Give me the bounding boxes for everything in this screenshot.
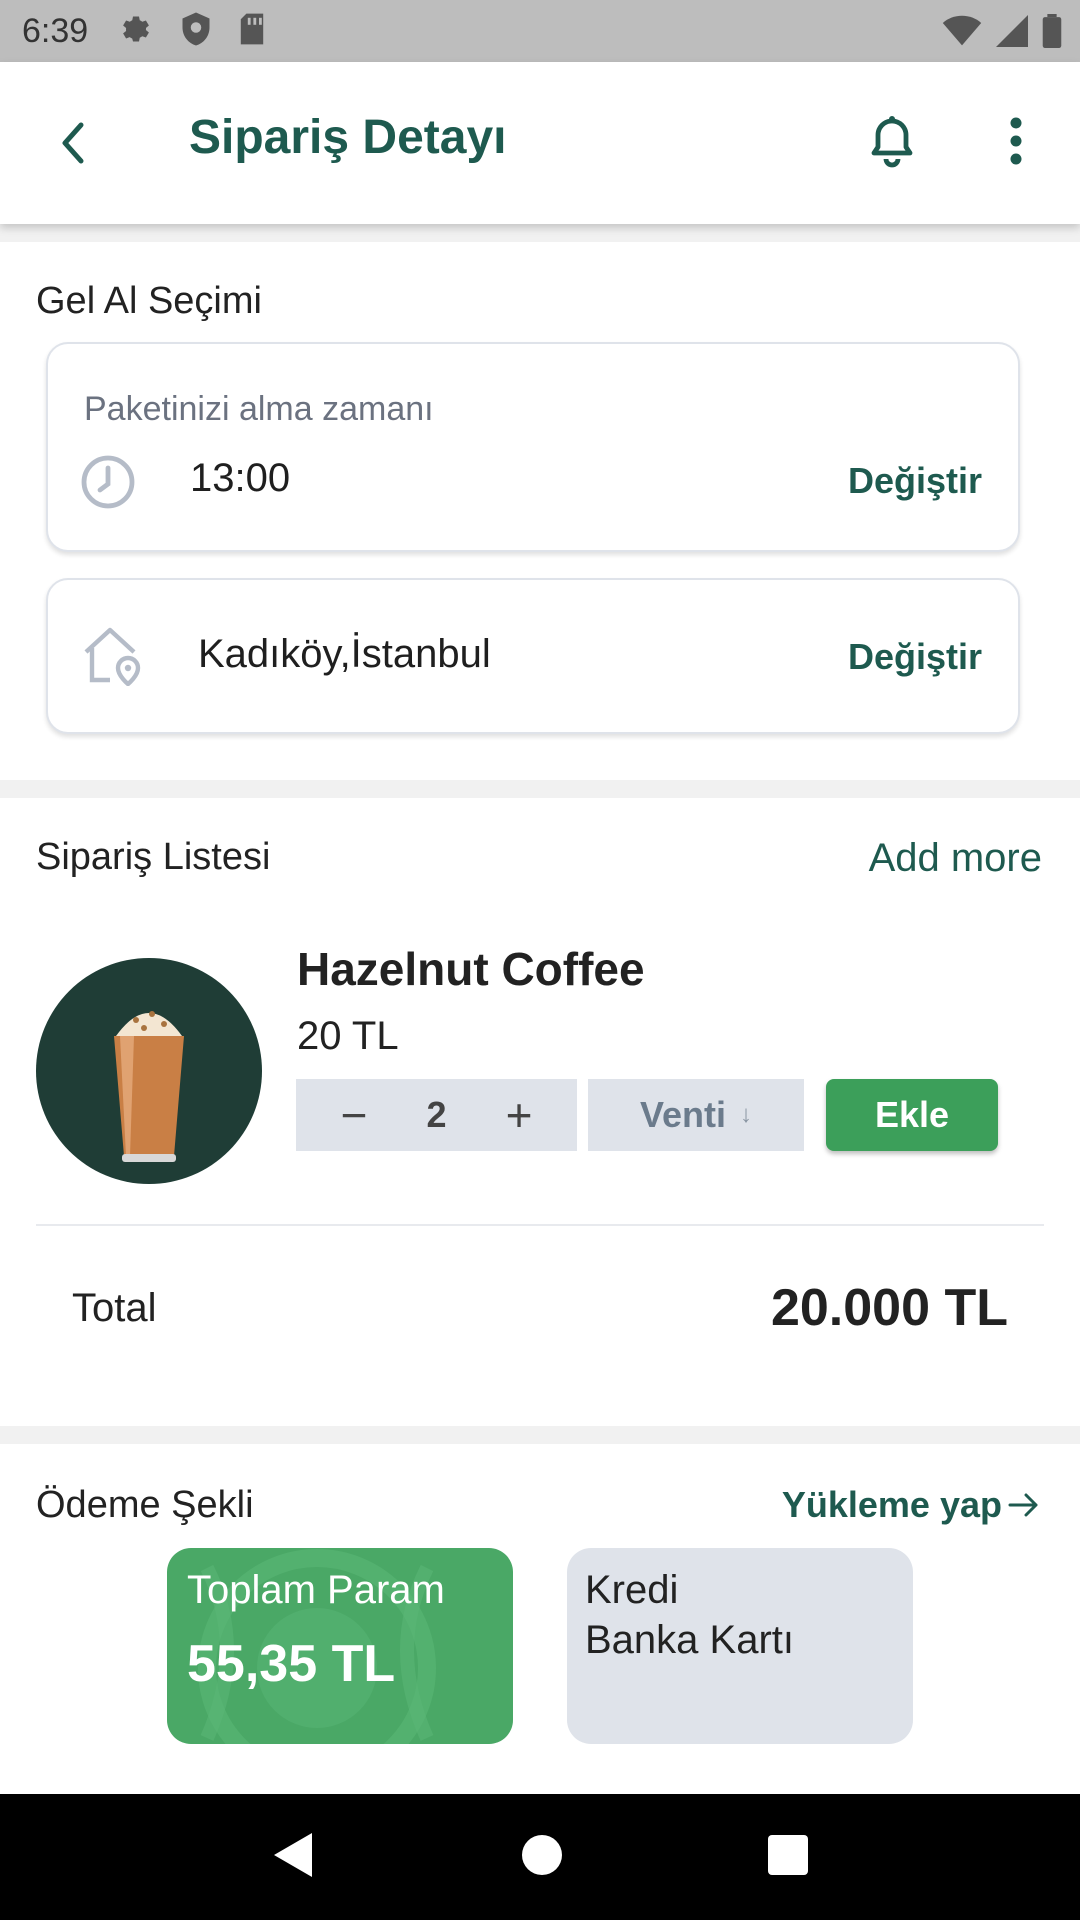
credit-card-label-line2: Banka Kartı [585, 1618, 795, 1662]
total-label: Total [72, 1286, 157, 1330]
increase-quantity-button[interactable]: + [499, 1092, 539, 1138]
order-section-title: Sipariş Listesi [36, 836, 271, 878]
arrow-down-icon: ↓ [740, 1101, 753, 1128]
section-separator [0, 1426, 1080, 1444]
more-options-button[interactable] [996, 106, 1036, 176]
more-vertical-icon [1010, 117, 1022, 165]
payment-section-title: Ödeme Şekli [36, 1484, 254, 1526]
status-bar: 6:39 [0, 0, 1080, 62]
back-arrow-icon [62, 122, 84, 164]
top-up-label: Yükleme yap [781, 1484, 1002, 1525]
add-to-order-button[interactable]: Ekle [826, 1079, 998, 1151]
shield-icon [180, 11, 212, 52]
credit-card-label-line1: Kredi [585, 1568, 679, 1612]
circle-home-icon [521, 1834, 562, 1875]
wallet-payment-card[interactable]: Toplam Param 55,35 TL [167, 1548, 513, 1744]
nav-back-button[interactable] [272, 1831, 316, 1884]
status-time: 6:39 [22, 11, 89, 50]
pickup-section-title: Gel Al Seçimi [36, 280, 262, 322]
settings-icon [118, 11, 154, 52]
section-separator [0, 224, 1080, 242]
back-button[interactable] [48, 108, 98, 178]
credit-card-payment-card[interactable]: Kredi Banka Kartı [567, 1548, 913, 1744]
product-name: Hazelnut Coffee [297, 943, 645, 995]
triangle-back-icon [274, 1832, 313, 1877]
pickup-location-card: Kadıköy,İstanbul Değiştir [46, 578, 1020, 734]
top-up-link[interactable]: Yükleme yap [782, 1484, 1040, 1526]
sd-card-icon [238, 12, 266, 51]
pickup-time-caption: Paketinizi alma zamanı [84, 390, 434, 428]
change-time-link[interactable]: Değiştir [848, 460, 982, 502]
nav-home-button[interactable] [521, 1834, 563, 1881]
divider [36, 1224, 1044, 1226]
size-value: Venti [639, 1094, 727, 1135]
battery-icon [1042, 14, 1062, 53]
system-nav-bar [0, 1794, 1080, 1920]
pickup-time-value: 13:00 [190, 456, 291, 500]
wifi-icon [942, 15, 982, 52]
app-bar: Sipariş Detayı [0, 62, 1080, 224]
quantity-stepper: − 2 + [296, 1079, 577, 1151]
add-more-link[interactable]: Add more [869, 836, 1042, 881]
quantity-value: 2 [426, 1094, 447, 1135]
home-location-icon [80, 624, 144, 691]
clock-icon [80, 454, 136, 515]
decrease-quantity-button[interactable]: − [334, 1092, 374, 1138]
pickup-location-value: Kadıköy,İstanbul [198, 632, 491, 676]
total-value: 20.000 TL [770, 1279, 1008, 1337]
change-location-link[interactable]: Değiştir [848, 636, 982, 678]
product-price: 20 TL [297, 1014, 399, 1058]
wallet-amount: 55,35 TL [187, 1635, 396, 1693]
notifications-button[interactable] [862, 106, 922, 176]
square-recents-icon [767, 1834, 808, 1875]
arrow-right-icon [1008, 1493, 1038, 1517]
page-title: Sipariş Detayı [189, 111, 507, 164]
section-separator [0, 780, 1080, 798]
bell-icon [871, 116, 913, 168]
size-select[interactable]: Venti ↓ [588, 1079, 804, 1151]
wallet-label: Toplam Param [187, 1568, 445, 1612]
pickup-time-card: Paketinizi alma zamanı 13:00 Değiştir [46, 342, 1020, 552]
nav-recents-button[interactable] [767, 1834, 808, 1880]
signal-icon [996, 15, 1028, 52]
product-image [36, 958, 262, 1184]
